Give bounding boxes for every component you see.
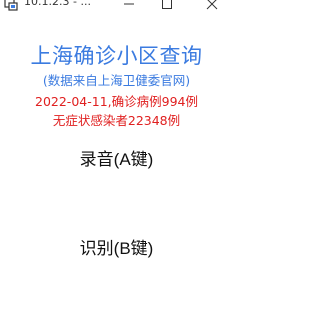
minimize-icon[interactable] — [122, 0, 136, 10]
confirmed-cases-stat: 2022-04-11,确诊病例994例 — [35, 94, 198, 109]
recognize-button[interactable]: 识别(B键) — [0, 234, 233, 259]
page-title: 上海确诊小区查询 — [30, 44, 203, 68]
maximize-icon[interactable] — [160, 0, 174, 10]
title-bar[interactable]: 10.1.2.3 - ... — [0, 0, 233, 14]
close-icon[interactable] — [205, 0, 219, 10]
app-window: 10.1.2.3 - ... 上海确诊小区查询 (数据来自上海卫健委官网) 20… — [0, 0, 233, 336]
data-source-note: (数据来自上海卫健委官网) — [42, 73, 191, 88]
asymptomatic-cases-stat: 无症状感染者22348例 — [52, 113, 181, 128]
app-icon — [4, 0, 18, 11]
window-title: 10.1.2.3 - ... — [24, 0, 91, 8]
record-button[interactable]: 录音(A键) — [0, 145, 233, 170]
